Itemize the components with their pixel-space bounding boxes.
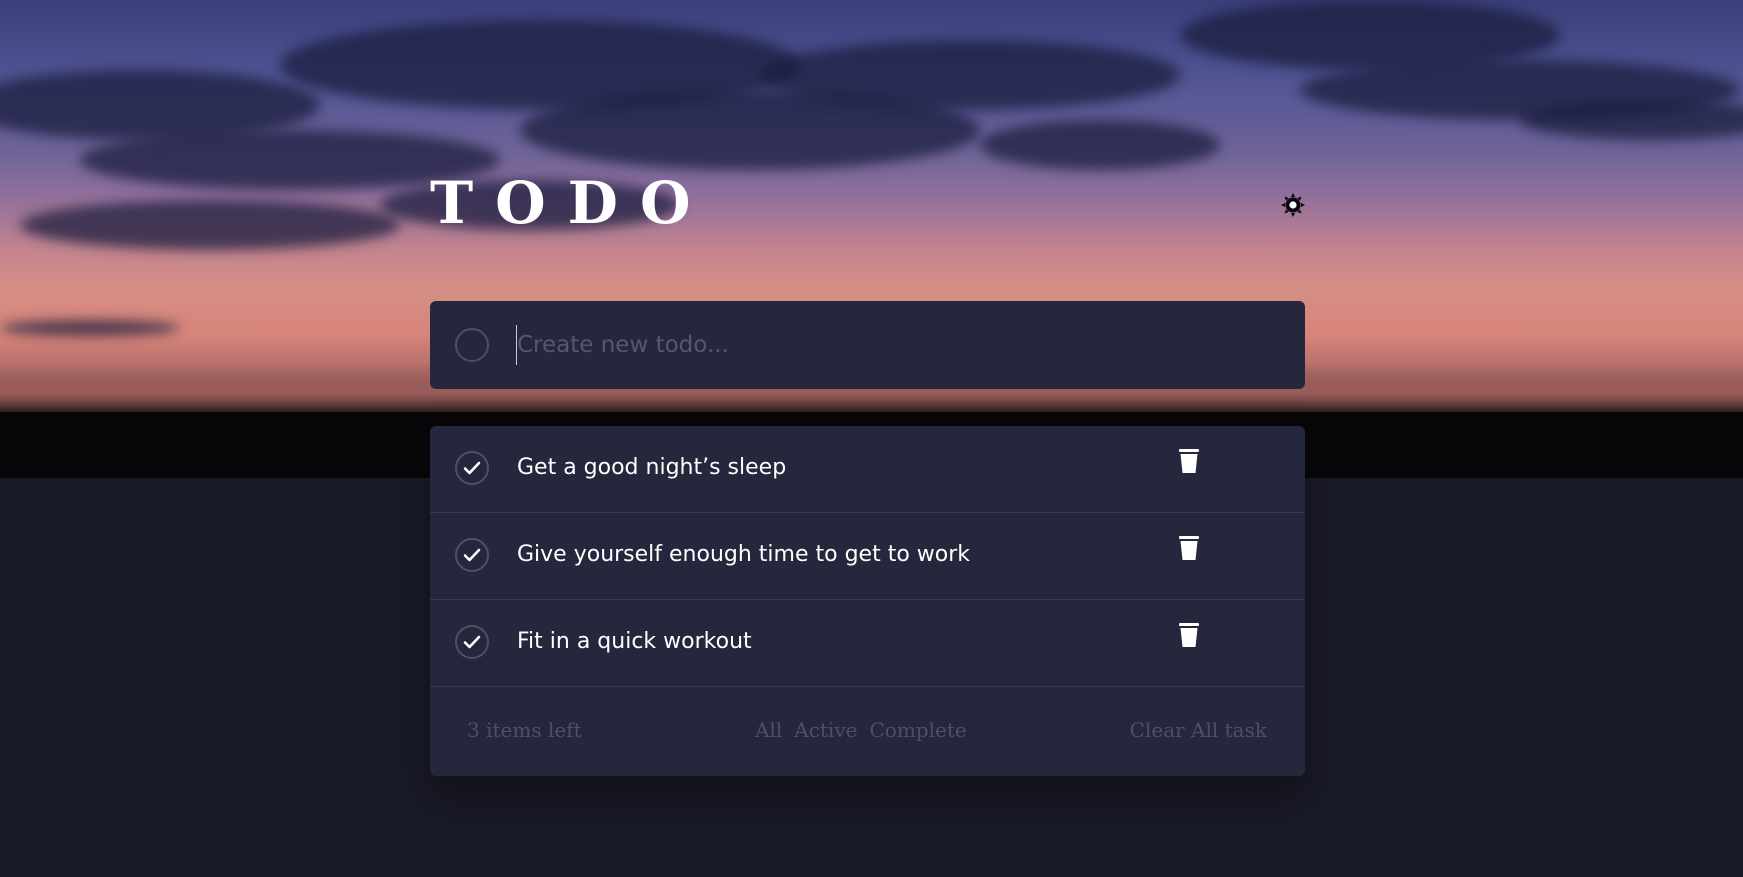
theme-toggle-button[interactable] [1278, 190, 1308, 220]
app-title: TODO [430, 169, 713, 237]
trash-icon [1179, 536, 1199, 560]
todo-text: Get a good night’s sleep [517, 455, 787, 480]
todo-item: Give yourself enough time to get to work [430, 513, 1305, 600]
filter-complete[interactable]: Complete [869, 718, 966, 742]
check-icon [463, 635, 481, 649]
delete-todo-button[interactable] [1178, 535, 1200, 561]
check-icon [463, 548, 481, 562]
delete-todo-button[interactable] [1178, 622, 1200, 648]
delete-todo-button[interactable] [1178, 448, 1200, 474]
todo-text: Give yourself enough time to get to work [517, 542, 971, 567]
todo-item: Fit in a quick workout [430, 600, 1305, 687]
check-icon [463, 461, 481, 475]
trash-icon [1179, 449, 1199, 473]
todo-item: Get a good night’s sleep [430, 426, 1305, 513]
new-todo-bar [430, 301, 1305, 389]
items-left-count: 3 items left [467, 718, 582, 742]
sun-icon [1281, 193, 1305, 217]
todo-checkbox-checked[interactable] [455, 625, 489, 659]
filter-group: All Active Complete [755, 718, 967, 742]
todo-text: Fit in a quick workout [517, 629, 752, 654]
filter-all[interactable]: All [755, 718, 782, 742]
todo-checkbox-checked[interactable] [455, 451, 489, 485]
filter-active[interactable]: Active [794, 718, 857, 742]
todo-list: Get a good night’s sleep Give yourself e… [430, 426, 1305, 776]
new-todo-checkbox[interactable] [455, 328, 489, 362]
todo-checkbox-checked[interactable] [455, 538, 489, 572]
todo-footer: 3 items left All Active Complete Clear A… [430, 688, 1305, 776]
clear-all-button[interactable]: Clear All task [1130, 718, 1267, 742]
header-background-image [0, 0, 1743, 478]
new-todo-input[interactable] [516, 325, 1277, 365]
trash-icon [1179, 623, 1199, 647]
